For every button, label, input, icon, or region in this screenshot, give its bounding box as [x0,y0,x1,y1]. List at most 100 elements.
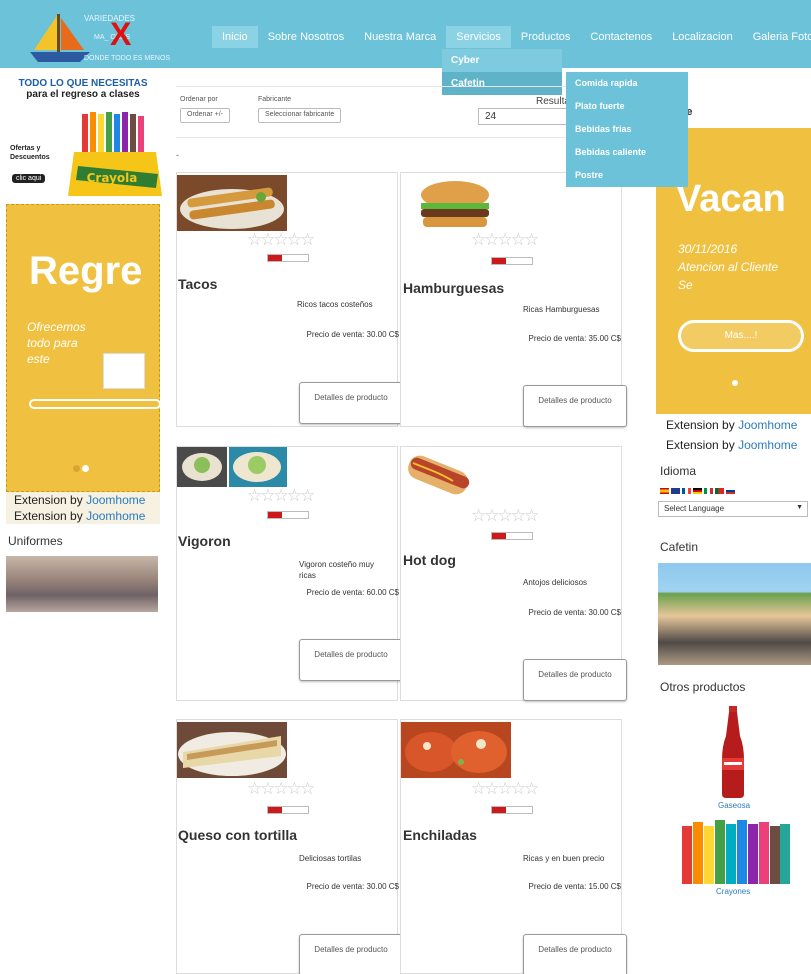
star-rating[interactable]: ☆☆☆☆☆ [247,231,315,248]
product-title[interactable]: Vigoron [178,533,231,549]
product-details-button[interactable]: Detalles de producto [523,659,627,701]
idioma-title: Idioma [660,464,697,478]
product-title[interactable]: Hot dog [403,552,456,568]
nav-sobre-nosotros[interactable]: Sobre Nosotros [258,26,354,48]
joomhome-link[interactable]: Joomhome [86,509,145,523]
product-details-button[interactable]: Detalles de producto [299,639,403,681]
flag-germany-icon[interactable] [693,488,702,494]
price-label: Precio de venta: [528,334,587,343]
nav-nuestra-marca[interactable]: Nuestra Marca [354,26,446,48]
joomhome-link[interactable]: Joomhome [738,418,797,432]
joomhome-link[interactable]: Joomhome [738,438,797,452]
product-details-button[interactable]: Detalles de producto [523,385,627,427]
flag-italy-icon[interactable] [704,488,713,494]
language-flags [660,488,737,494]
queso-tortilla-image[interactable] [177,722,287,778]
left-slide-button[interactable] [29,399,161,409]
slide-dot[interactable] [73,465,80,472]
ad-click-button[interactable]: clic aqui [12,174,46,183]
order-label: Ordenar por [180,96,218,103]
nav-inicio[interactable]: Inicio [212,26,258,48]
right-slide-more-button[interactable]: Mas....! [678,320,804,352]
flag-spain-icon[interactable] [660,488,669,494]
site-logo[interactable]: VARIEDADES MA_ ONES X DONDE TODO ES MENO… [28,8,188,64]
stock-level-bar [267,511,309,519]
enchiladas-image[interactable] [401,722,511,778]
logo-x-mark: X [110,16,132,52]
extension-prefix: Extension by [666,438,735,452]
product-title[interactable]: Queso con tortilla [178,827,297,843]
tacos-image[interactable] [177,175,287,231]
price-label: Precio de venta: [528,882,587,891]
product-description: Ricas y en buen precio [523,854,605,863]
stock-level-bar [491,257,533,265]
price-value: 30.00 C$ [588,608,621,617]
left-slide-thumbnail [103,353,145,389]
nav-contactenos[interactable]: Contactenos [580,26,662,48]
coca-cola-bottle-image[interactable] [718,706,748,798]
right-slide-heading: Vacan [676,178,786,220]
product-title[interactable]: Enchiladas [403,827,477,843]
hamburger-image[interactable] [417,177,493,233]
otros-productos-title: Otros productos [660,680,746,694]
flag-france-icon[interactable] [682,488,691,494]
left-promo-slider[interactable]: Regre Ofrecemos todo para este [6,204,161,492]
crayons-image[interactable] [680,812,790,884]
extension-prefix: Extension by [14,509,83,523]
star-rating[interactable]: ☆☆☆☆☆ [247,780,315,797]
price-value: 15.00 C$ [588,882,621,891]
nav-productos[interactable]: Productos [511,26,581,48]
extension-credit: Extension by Joomhome [666,418,797,432]
product-price: Precio de venta: 15.00 C$ [527,881,621,893]
product-caption[interactable]: Gaseosa [718,801,750,810]
cafetin-image[interactable] [658,563,811,665]
language-select[interactable]: Select Language ▼ [658,501,808,517]
product-price: Precio de venta: 30.00 C$ [303,329,399,341]
product-price: Precio de venta: 35.00 C$ [527,333,621,345]
vendor-separator: - [176,150,179,160]
uniformes-image[interactable] [6,556,158,612]
slide-dot-active[interactable] [82,465,89,472]
results-per-page-select[interactable]: 24 [478,108,574,125]
star-rating[interactable]: ☆☆☆☆☆ [471,780,539,797]
star-rating[interactable]: ☆☆☆☆☆ [247,487,315,504]
submenu-comida-rapida[interactable]: Comida rapida [566,72,688,95]
product-title[interactable]: Tacos [178,276,217,292]
product-details-button[interactable]: Detalles de producto [299,934,403,974]
product-card: ☆☆☆☆☆ Vigoron Vigoron costeño muy ricas … [176,446,403,701]
flag-portugal-icon[interactable] [715,488,724,494]
school-ad-banner[interactable]: TODO LO QUE NECESITAS para el regreso a … [6,78,162,196]
product-title[interactable]: Hamburguesas [403,280,504,296]
star-rating[interactable]: ☆☆☆☆☆ [471,231,539,248]
extension-prefix: Extension by [666,418,735,432]
flag-russia-icon[interactable] [726,488,735,494]
product-card: ☆☆☆☆☆ Hamburguesas Ricas Hamburguesas Pr… [400,172,627,427]
joomhome-link[interactable]: Joomhome [86,493,145,507]
order-button[interactable]: Ordenar +/- [180,108,230,123]
product-details-button[interactable]: Detalles de producto [523,934,627,974]
submenu-plato-fuerte[interactable]: Plato fuerte [566,95,688,118]
nav-galeria-fotos[interactable]: Galeria Fotos [743,26,811,48]
vigoron-image[interactable] [177,447,287,487]
hotdog-image[interactable] [403,449,475,505]
left-slide-dots[interactable] [73,459,91,477]
nav-localizacion[interactable]: Localizacion [662,26,743,48]
stock-level-bar [267,254,309,262]
manufacturer-button[interactable]: Seleccionar fabricante [258,108,342,123]
submenu-bebidas-frias[interactable]: Bebidas frias [566,118,688,141]
product-caption[interactable]: Crayones [716,887,750,896]
product-details-button[interactable]: Detalles de producto [299,382,403,424]
extension-credit: Extension by Joomhome [6,508,160,524]
flag-uk-icon[interactable] [671,488,680,494]
left-slide-text: Ofrecemos todo para este [27,320,86,366]
submenu-postre[interactable]: Postre [566,164,688,187]
submenu-bebidas-caliente[interactable]: Bebidas caliente [566,141,688,164]
product-card: ☆☆☆☆☆ Enchiladas Ricas y en buen precio … [400,719,627,974]
menu-item-cyber[interactable]: Cyber [442,49,562,72]
product-price: Precio de venta: 30.00 C$ [527,607,621,619]
right-slide-dot[interactable] [732,380,738,386]
product-price: Precio de venta: 30.00 C$ [303,881,399,893]
nav-servicios[interactable]: Servicios [446,26,511,48]
star-rating[interactable]: ☆☆☆☆☆ [471,507,539,524]
price-value: 30.00 C$ [366,330,399,339]
